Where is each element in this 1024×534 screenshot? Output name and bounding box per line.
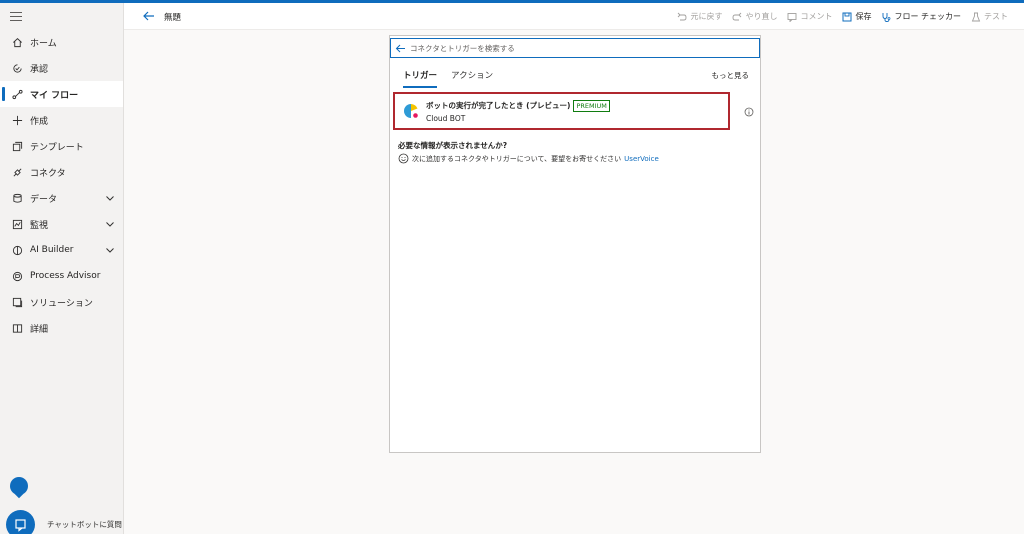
trigger-text: ボットの実行が完了したとき (プレビュー) PREMIUM Cloud BOT [426, 99, 610, 123]
plus-icon [10, 113, 24, 127]
nav-list: ホーム 承認 マイ フロー 作成 テンプレート コネクタ データ 監視 AI B… [0, 29, 123, 341]
connector-icon [10, 165, 24, 179]
feedback-text: 次に追加するコネクタやトリガーについて、要望をお寄せください [412, 154, 622, 163]
nav-item-process-advisor[interactable]: Process Advisor [0, 263, 123, 289]
see-more-link[interactable]: もっと見る [712, 70, 750, 81]
undo-label: 元に戻す [690, 12, 723, 21]
tab-triggers[interactable]: トリガー [403, 69, 438, 88]
toolbar: 元に戻す やり直し コメント 保存 フロー チェッカー テスト [677, 3, 1008, 30]
save-button[interactable]: 保存 [842, 11, 871, 22]
nav-label: マイ フロー [30, 90, 79, 101]
flow-checker-label: フロー チェッカー [894, 12, 961, 21]
trigger-connector-name: Cloud BOT [426, 113, 466, 123]
redo-icon [733, 12, 742, 20]
trigger-card[interactable]: ボットの実行が完了したとき (プレビュー) PREMIUM Cloud BOT [393, 92, 730, 130]
left-navigation: ホーム 承認 マイ フロー 作成 テンプレート コネクタ データ 監視 AI B… [0, 3, 124, 534]
chevron-down-icon[interactable] [105, 219, 115, 229]
nav-item-my-flows[interactable]: マイ フロー [0, 81, 123, 107]
nav-item-data[interactable]: データ [0, 185, 123, 211]
undo-button[interactable]: 元に戻す [677, 11, 722, 22]
chevron-down-icon[interactable] [105, 193, 115, 203]
nav-item-home[interactable]: ホーム [0, 29, 123, 55]
flow-header: 無題 元に戻す やり直し コメント 保存 フロー チェッカー テスト [124, 3, 1024, 30]
approvals-icon [10, 61, 24, 75]
save-icon [842, 12, 852, 21]
chevron-down-icon[interactable] [105, 245, 115, 255]
hamburger-menu-icon[interactable] [10, 12, 22, 22]
search-input[interactable] [410, 43, 740, 53]
nav-label: ホーム [30, 38, 57, 49]
comment-label: コメント [800, 12, 833, 21]
test-label: テスト [984, 12, 1008, 21]
chatbot-icon [14, 518, 26, 532]
nav-label: Process Advisor [30, 271, 101, 281]
test-button[interactable]: テスト [971, 11, 1008, 22]
add-trigger-panel: トリガー アクション もっと見る ボットの実行が完了したとき (プレビュー) P… [389, 35, 761, 453]
trigger-title: ボットの実行が完了したとき (プレビュー) [426, 101, 571, 110]
template-icon [10, 139, 24, 153]
nav-label: 監視 [30, 220, 49, 231]
stethoscope-icon [883, 12, 891, 22]
comment-button[interactable]: コメント [787, 11, 832, 22]
nav-item-solutions[interactable]: ソリューション [0, 289, 123, 315]
tab-bar: トリガー アクション [403, 69, 493, 88]
nav-item-approvals[interactable]: 承認 [0, 55, 123, 81]
info-icon[interactable] [744, 107, 754, 117]
search-box[interactable] [390, 38, 760, 58]
back-arrow-icon[interactable] [142, 9, 156, 23]
premium-badge: PREMIUM [573, 99, 610, 112]
save-label: 保存 [855, 12, 872, 21]
nav-item-templates[interactable]: テンプレート [0, 133, 123, 159]
solution-icon [10, 295, 24, 309]
tab-actions[interactable]: アクション [451, 69, 493, 88]
back-arrow-icon[interactable] [395, 43, 406, 54]
nav-item-learn-more[interactable]: 詳細 [0, 315, 123, 341]
nav-item-create[interactable]: 作成 [0, 107, 123, 133]
database-icon [10, 191, 24, 205]
nav-item-connectors[interactable]: コネクタ [0, 159, 123, 185]
monitor-icon [10, 217, 24, 231]
ai-builder-icon [10, 243, 24, 257]
redo-button[interactable]: やり直し [732, 11, 777, 22]
undo-icon [678, 12, 687, 20]
nav-item-ai-builder[interactable]: AI Builder [0, 237, 123, 263]
chat-bubble-icon[interactable] [10, 477, 28, 495]
book-icon [10, 321, 24, 335]
process-advisor-icon [10, 269, 24, 283]
nav-label: 作成 [30, 116, 49, 127]
nav-label: データ [30, 194, 58, 205]
comment-icon [788, 12, 797, 22]
nav-label: コネクタ [30, 168, 66, 179]
trigger-title-row: ボットの実行が完了したとき (プレビュー) PREMIUM [426, 99, 610, 112]
nav-label: 詳細 [30, 324, 49, 335]
nav-label: AI Builder [30, 245, 74, 255]
uservoice-link[interactable]: UserVoice [624, 155, 659, 163]
chatbot-label: チャットボットに質問 [47, 520, 122, 529]
flow-title: 無題 [164, 13, 182, 23]
chatbot-button[interactable] [6, 510, 35, 534]
home-icon [10, 35, 24, 49]
nav-label: 承認 [30, 64, 49, 75]
missing-info-heading: 必要な情報が表示されませんか? [398, 141, 508, 150]
flow-checker-button[interactable]: フロー チェッカー [881, 11, 961, 22]
smiley-icon [398, 153, 409, 164]
redo-label: やり直し [745, 12, 778, 21]
nav-label: テンプレート [30, 142, 84, 153]
feedback-row: 次に追加するコネクタやトリガーについて、要望をお寄せください UserVoice [398, 153, 659, 164]
nav-item-monitor[interactable]: 監視 [0, 211, 123, 237]
nav-label: ソリューション [30, 298, 93, 309]
cloud-bot-logo-icon [404, 104, 418, 118]
flow-icon [10, 87, 24, 101]
beaker-icon [971, 12, 981, 21]
